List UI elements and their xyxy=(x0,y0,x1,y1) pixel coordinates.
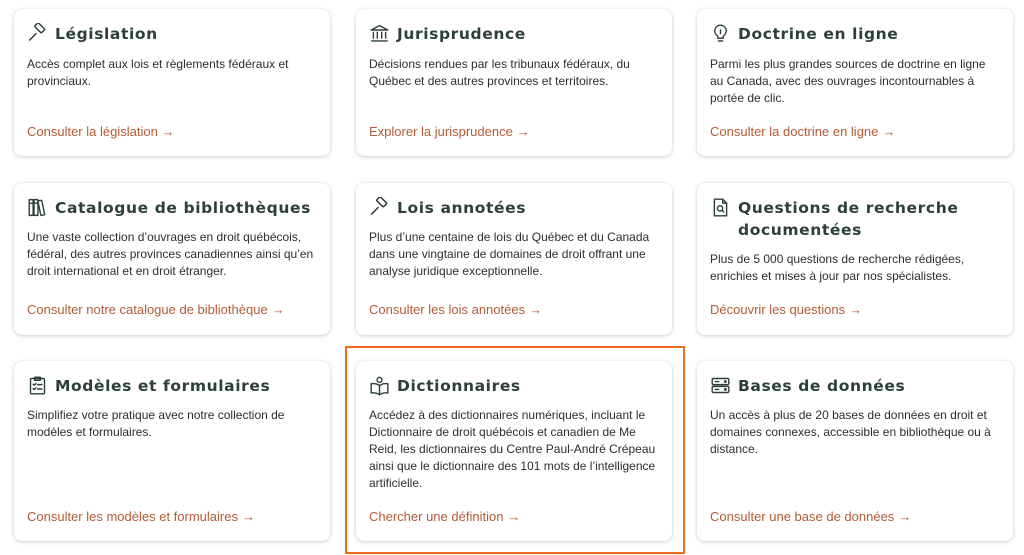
consulter-legislation-link[interactable]: Consulter la législation → xyxy=(27,124,175,139)
arrow-right-icon: → xyxy=(161,124,175,139)
arrow-right-icon: → xyxy=(849,302,863,317)
card-jurisprudence: Jurisprudence Décisions rendues par les … xyxy=(356,9,672,156)
card-modeles: Modèles et formulaires Simplifiez votre … xyxy=(14,361,330,541)
card-description: Un accès à plus de 20 bases de données e… xyxy=(710,408,991,456)
card-description: Plus d’une centaine de lois du Québec et… xyxy=(369,230,650,278)
arrow-right-icon: → xyxy=(882,124,896,139)
card-bases: Bases de données Un accès à plus de 20 b… xyxy=(697,361,1013,541)
card-title: Bases de données xyxy=(738,377,906,395)
card-doctrine: Doctrine en ligne Parmi les plus grandes… xyxy=(697,9,1013,156)
card-description: Accès complet aux lois et règlements féd… xyxy=(27,57,289,88)
card-title: Jurisprudence xyxy=(397,25,526,43)
gavel-icon xyxy=(27,23,48,44)
card-lois-annotees: Lois annotées Plus d’une centaine de loi… xyxy=(356,183,672,335)
card-description: Décisions rendues par les tribunaux fédé… xyxy=(369,57,630,88)
card-description: Parmi les plus grandes sources de doctri… xyxy=(710,57,986,105)
consulter-bases-link[interactable]: Consulter une base de données → xyxy=(710,509,911,524)
card-description: Simplifiez votre pratique avec notre col… xyxy=(27,408,285,439)
card-title: Questions de recherche documentées xyxy=(738,199,959,239)
consulter-doctrine-link[interactable]: Consulter la doctrine en ligne → xyxy=(710,124,895,139)
gavel-icon xyxy=(369,197,390,218)
arrow-right-icon: → xyxy=(241,509,255,524)
arrow-right-icon: → xyxy=(516,124,530,139)
highlight-frame xyxy=(345,346,685,554)
consulter-catalogue-link[interactable]: Consulter notre catalogue de bibliothèqu… xyxy=(27,302,285,317)
card-questions: Questions de recherche documentées Plus … xyxy=(697,183,1013,335)
card-title: Catalogue de bibliothèques xyxy=(55,199,311,217)
card-title: Doctrine en ligne xyxy=(738,25,899,43)
explorer-jurisprudence-link[interactable]: Explorer la jurisprudence → xyxy=(369,124,530,139)
card-description: Une vaste collection d’ouvrages en droit… xyxy=(27,230,314,278)
server-icon xyxy=(710,375,731,396)
card-title: Législation xyxy=(55,25,158,43)
card-catalogue: Catalogue de bibliothèques Une vaste col… xyxy=(14,183,330,335)
consulter-lois-annotees-link[interactable]: Consulter les lois annotées → xyxy=(369,302,542,317)
consulter-modeles-link[interactable]: Consulter les modèles et formulaires → xyxy=(27,509,255,524)
document-search-icon xyxy=(710,197,731,218)
decouvrir-questions-link[interactable]: Découvrir les questions → xyxy=(710,302,862,317)
card-description: Plus de 5 000 questions de recherche réd… xyxy=(710,252,965,283)
arrow-right-icon: → xyxy=(271,302,285,317)
card-title: Modèles et formulaires xyxy=(55,377,271,395)
arrow-right-icon: → xyxy=(529,302,543,317)
card-legislation: Législation Accès complet aux lois et rè… xyxy=(14,9,330,156)
books-icon xyxy=(27,197,48,218)
arrow-right-icon: → xyxy=(898,509,912,524)
courthouse-icon xyxy=(369,23,390,44)
lightbulb-icon xyxy=(710,23,731,44)
clipboard-icon xyxy=(27,375,48,396)
card-title: Lois annotées xyxy=(397,199,527,217)
